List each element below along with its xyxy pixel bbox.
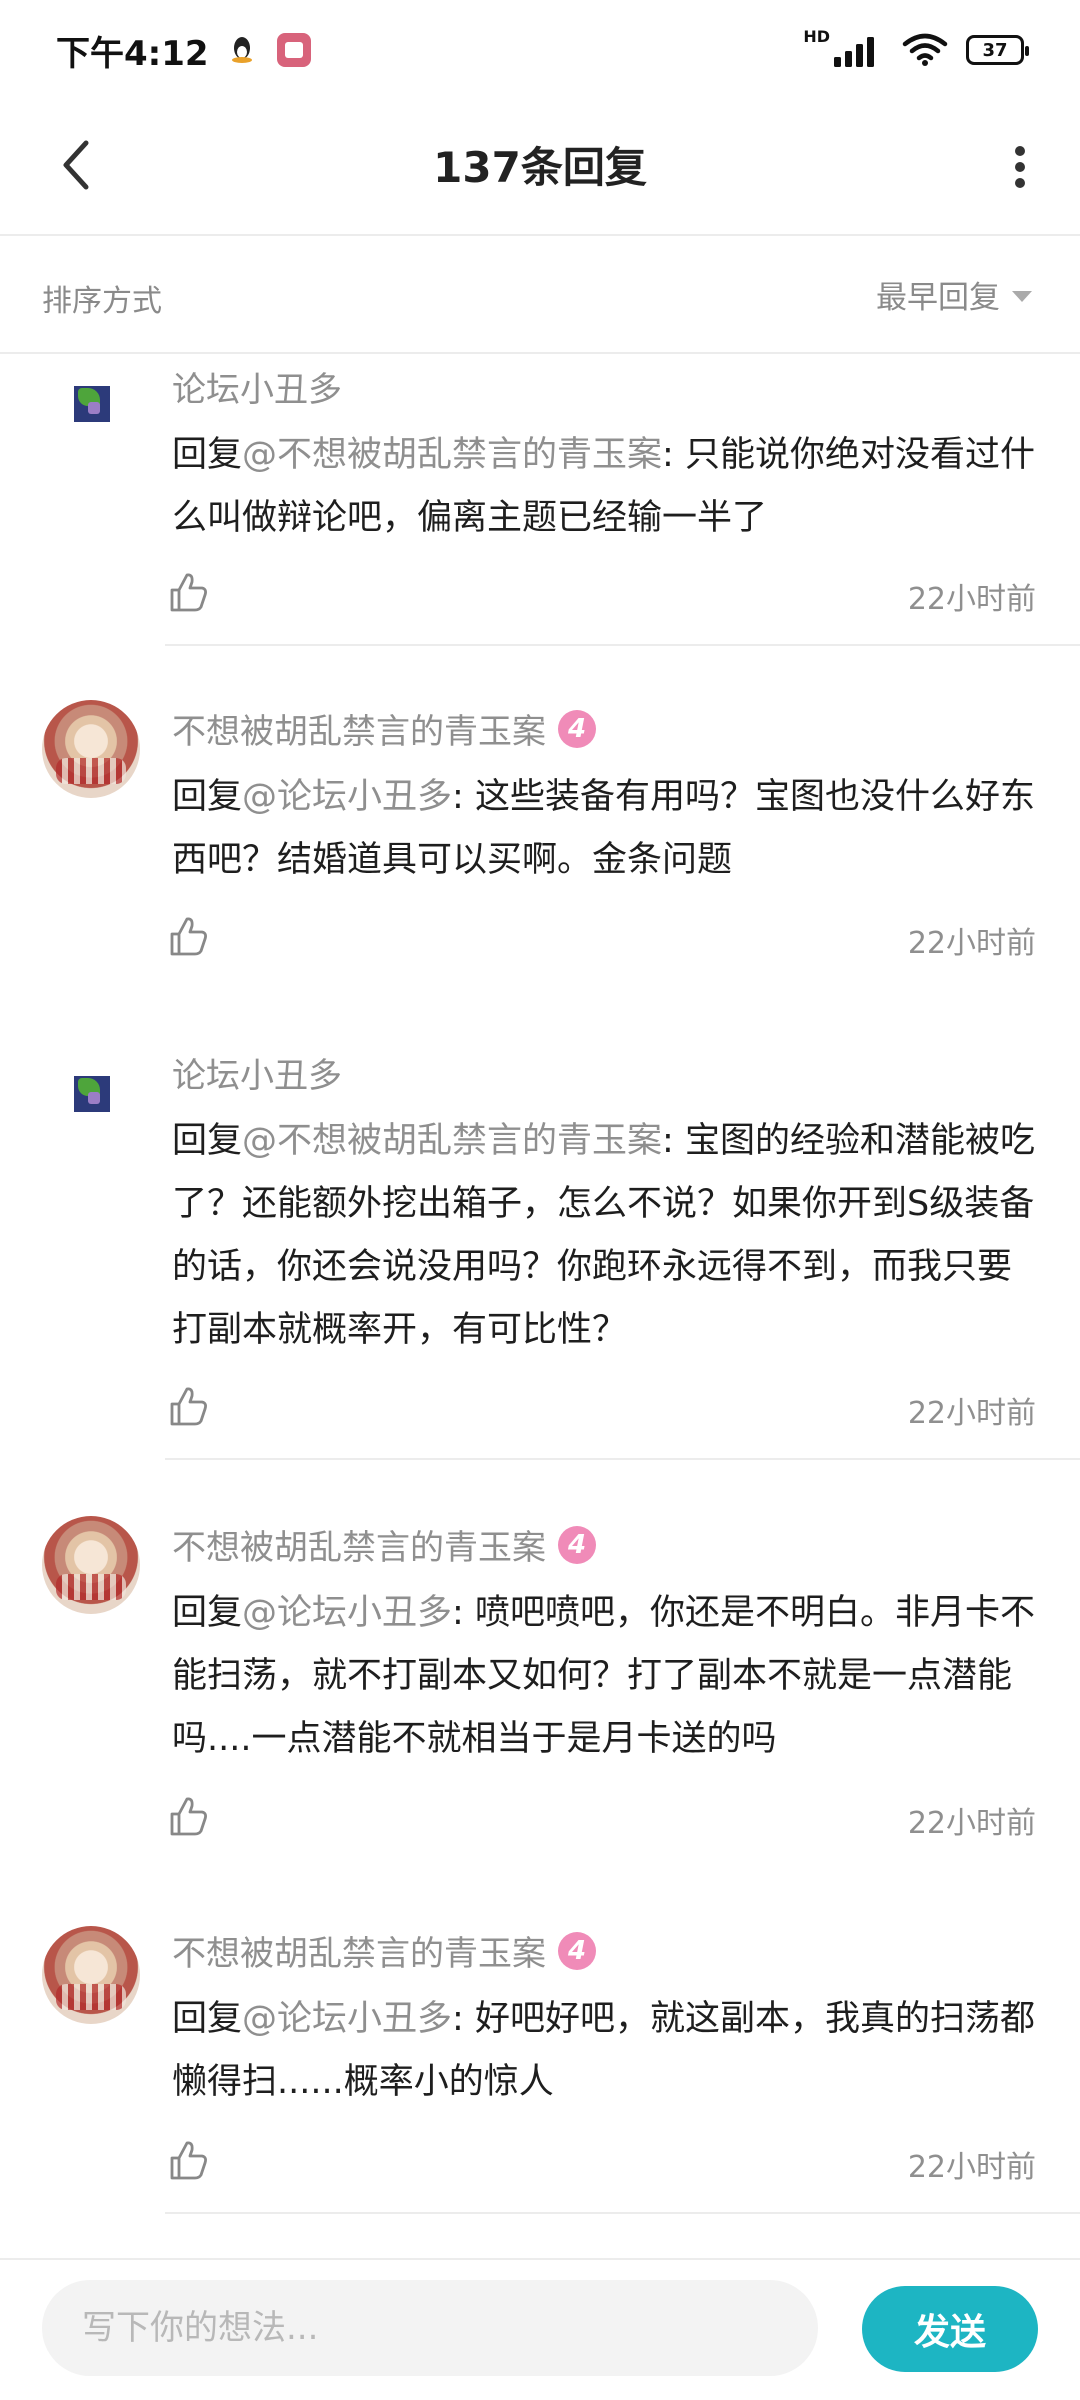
- level-badge: 4: [558, 1931, 596, 1970]
- sort-bar: 排序方式 最早回复: [0, 236, 1080, 354]
- comment-time: 22小时前: [907, 1396, 1036, 1431]
- like-icon[interactable]: [166, 1384, 210, 1428]
- header: 137条回复: [0, 100, 1080, 236]
- mention-link[interactable]: @不想被胡乱禁言的青玉案: [242, 1121, 662, 1161]
- sort-label: 排序方式: [42, 284, 162, 319]
- comment-text[interactable]: 回复@不想被胡乱禁言的青玉案: 宝图的经验和潜能被吃了？还能额外挖出箱子，怎么不…: [172, 1110, 1042, 1362]
- status-bar: 下午4:12 HD 37: [0, 0, 1080, 100]
- wifi-icon: [902, 33, 948, 66]
- reply-prefix: 回复: [172, 1593, 243, 1633]
- reply-prefix: 回复: [172, 1121, 243, 1161]
- comment-time: 22小时前: [907, 582, 1036, 617]
- app-root: 下午4:12 HD 37 137条回复 排序方式 最早回复 论坛小丑多 回复@不…: [0, 0, 1080, 2400]
- battery-level: 37: [982, 39, 1008, 61]
- like-icon[interactable]: [166, 2138, 210, 2182]
- comment-author[interactable]: 不想被胡乱禁言的青玉案 4: [172, 704, 596, 753]
- avatar[interactable]: [42, 1926, 140, 2024]
- comment-text[interactable]: 回复@论坛小丑多: 这些装备有用吗？宝图也没什么好东西吧？结婚道具可以买啊。金条…: [172, 766, 1042, 892]
- level-badge: 4: [558, 1525, 596, 1564]
- more-vertical-icon: [1015, 146, 1025, 188]
- send-button[interactable]: 发送: [862, 2286, 1038, 2372]
- avatar[interactable]: [42, 1516, 140, 1614]
- like-icon[interactable]: [166, 570, 210, 614]
- comment-text[interactable]: 回复@不想被胡乱禁言的青玉案: 只能说你绝对没看过什么叫做辩论吧，偏离主题已经输…: [172, 424, 1042, 550]
- signal-icon: [834, 37, 874, 67]
- status-time: 下午4:12: [56, 33, 209, 74]
- comment-author[interactable]: 不想被胡乱禁言的青玉案 4: [172, 1520, 596, 1569]
- avatar[interactable]: [42, 700, 140, 798]
- reply-prefix: 回复: [172, 777, 243, 817]
- level-badge: 4: [558, 709, 596, 748]
- qq-penguin-icon: [231, 37, 252, 63]
- app-notification-icon: [276, 33, 311, 67]
- like-icon[interactable]: [166, 914, 210, 958]
- author-name: 不想被胡乱禁言的青玉案: [172, 1528, 546, 1568]
- comment-time: 22小时前: [907, 926, 1036, 961]
- reply-prefix: 回复: [172, 1999, 243, 2039]
- sort-selected-value: 最早回复: [876, 280, 1000, 316]
- comment-author[interactable]: 论坛小丑多: [172, 1048, 342, 1097]
- divider: [165, 644, 1080, 646]
- page-title: 137条回复: [433, 143, 647, 192]
- notification-icons: [229, 33, 311, 67]
- comment-text[interactable]: 回复@论坛小丑多: 好吧好吧，就这副本，我真的扫荡都懒得扫......概率小的惊…: [172, 1988, 1042, 2114]
- mention-link[interactable]: @论坛小丑多: [242, 1593, 452, 1633]
- battery-icon: 37: [966, 35, 1029, 65]
- mention-link[interactable]: @论坛小丑多: [242, 1999, 452, 2039]
- comment-author[interactable]: 不想被胡乱禁言的青玉案 4: [172, 1926, 596, 1975]
- hd-tag: HD: [803, 26, 830, 46]
- comment-text[interactable]: 回复@论坛小丑多: 喷吧喷吧，你还是不明白。非月卡不能扫荡，就不打副本又如何？打…: [172, 1582, 1042, 1771]
- avatar[interactable]: [74, 1076, 110, 1112]
- more-options-button[interactable]: [990, 132, 1050, 202]
- author-name: 不想被胡乱禁言的青玉案: [172, 1934, 546, 1974]
- author-name: 论坛小丑多: [172, 370, 342, 410]
- comment-author[interactable]: 论坛小丑多: [172, 362, 342, 411]
- like-icon[interactable]: [166, 1794, 210, 1838]
- mention-link[interactable]: @不想被胡乱禁言的青玉案: [242, 435, 662, 475]
- reply-bar: 发送: [0, 2258, 1080, 2400]
- author-name: 论坛小丑多: [172, 1056, 342, 1096]
- divider: [165, 1458, 1080, 1460]
- comment-time: 22小时前: [907, 1806, 1036, 1841]
- reply-prefix: 回复: [172, 435, 243, 475]
- sort-dropdown[interactable]: 最早回复: [876, 272, 1032, 317]
- caret-down-icon: [1012, 291, 1032, 302]
- status-right: HD 37: [803, 27, 1029, 67]
- avatar[interactable]: [74, 386, 110, 422]
- mention-link[interactable]: @论坛小丑多: [242, 777, 452, 817]
- divider: [165, 2212, 1080, 2214]
- reply-input[interactable]: [42, 2280, 818, 2376]
- author-name: 不想被胡乱禁言的青玉案: [172, 712, 546, 752]
- comment-time: 22小时前: [907, 2150, 1036, 2185]
